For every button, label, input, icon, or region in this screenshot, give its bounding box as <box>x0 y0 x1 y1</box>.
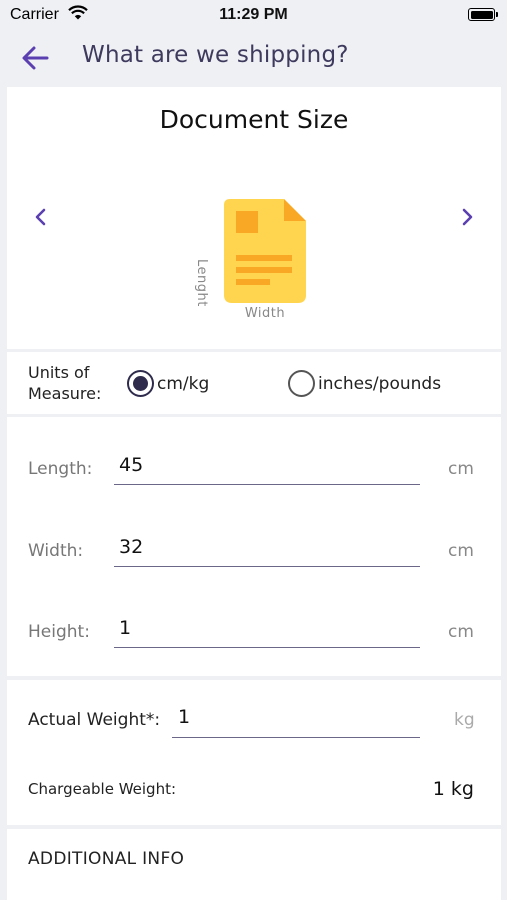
additional-info-label: ADDITIONAL INFO <box>28 849 185 869</box>
width-input[interactable] <box>114 531 420 567</box>
chargeable-weight-value: 1 kg <box>432 778 474 800</box>
radio-cm-kg[interactable]: cm/kg <box>127 370 209 397</box>
battery-icon <box>468 8 498 21</box>
length-row: Length: cm <box>7 435 501 495</box>
radio-inches-pounds-label: inches/pounds <box>318 373 442 394</box>
radio-unselected-icon[interactable] <box>288 370 315 397</box>
height-label: Height: <box>28 622 90 642</box>
radio-inches-pounds[interactable]: inches/pounds <box>288 370 441 397</box>
back-arrow-icon[interactable] <box>20 44 50 72</box>
actual-weight-row: Actual Weight*: kg <box>7 696 501 746</box>
length-unit: cm <box>448 459 474 479</box>
document-icon <box>224 199 306 303</box>
page-title: What are we shipping? <box>82 42 349 68</box>
chevron-right-icon[interactable] <box>455 205 479 229</box>
width-axis-label: Width <box>244 306 286 321</box>
actual-weight-label: Actual Weight*: <box>28 710 161 730</box>
chargeable-weight-label: Chargeable Weight: <box>28 780 177 798</box>
units-card: Units of Measure: cm/kg inches/pounds <box>7 352 501 414</box>
length-axis-label: Lenght <box>194 259 209 307</box>
units-label: Units of Measure: <box>28 363 102 403</box>
radio-selected-icon[interactable] <box>127 370 154 397</box>
weight-card: Actual Weight*: kg Chargeable Weight: 1 … <box>7 680 501 825</box>
document-size-card: Document Size Lenght Width <box>7 87 501 349</box>
actual-weight-unit: kg <box>454 710 475 730</box>
width-row: Width: cm <box>7 517 501 577</box>
status-bar: Carrier 11:29 PM <box>0 0 507 32</box>
height-row: Height: cm <box>7 598 501 658</box>
dimensions-card: Length: cm Width: cm Height: cm <box>7 417 501 676</box>
nav-bar: What are we shipping? <box>0 32 507 84</box>
clock: 11:29 PM <box>219 6 288 23</box>
radio-cm-kg-label: cm/kg <box>157 373 210 394</box>
actual-weight-input[interactable] <box>172 700 420 738</box>
chevron-left-icon[interactable] <box>29 205 53 229</box>
additional-info-card[interactable]: ADDITIONAL INFO <box>7 829 501 900</box>
length-label: Length: <box>28 459 93 479</box>
width-label: Width: <box>28 541 84 561</box>
document-size-title: Document Size <box>159 105 349 134</box>
length-input[interactable] <box>114 449 420 485</box>
width-unit: cm <box>448 541 474 561</box>
height-unit: cm <box>448 622 474 642</box>
height-input[interactable] <box>114 612 420 648</box>
